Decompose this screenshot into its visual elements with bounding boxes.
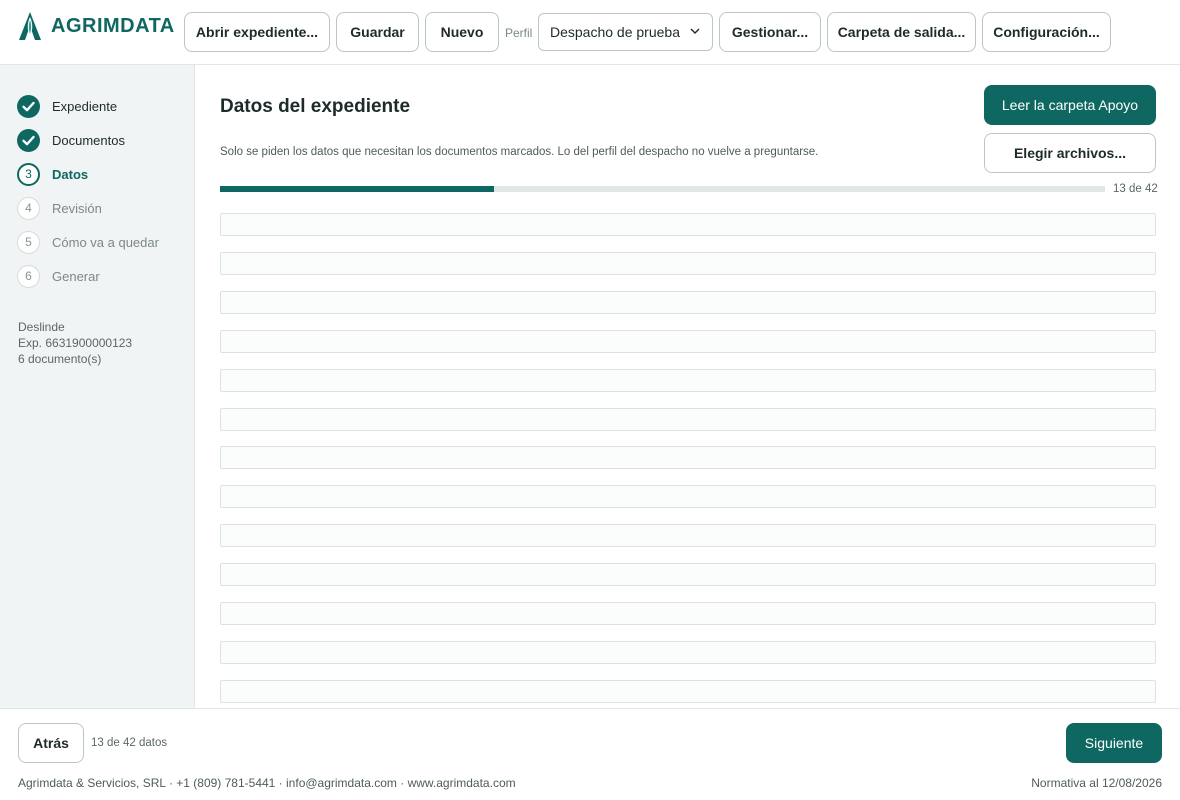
progress-bar <box>220 186 1105 192</box>
step-label: Documentos <box>52 132 125 148</box>
data-field-input[interactable] <box>220 524 1156 548</box>
data-field-input[interactable] <box>220 446 1156 470</box>
step-label: Revisión <box>52 200 102 216</box>
steps-sidebar: Expediente Documentos 3 Datos 4 Revisión… <box>0 65 195 708</box>
expediente-type: Deslinde <box>18 320 65 334</box>
expediente-summary: Deslinde Exp. 6631900000123 6 documento(… <box>18 319 132 367</box>
step-label: Datos <box>52 166 89 182</box>
top-toolbar: AGRIMDATA Abrir expediente... Guardar Nu… <box>0 0 1180 65</box>
agrimdata-logo-icon <box>19 12 41 40</box>
check-icon <box>17 128 40 152</box>
perfil-label: Perfil <box>505 26 533 40</box>
data-field-input[interactable] <box>220 640 1156 664</box>
data-field-input[interactable] <box>220 251 1156 275</box>
step-number: 6 <box>17 264 40 288</box>
output-folder-button[interactable]: Carpeta de salida... <box>827 12 976 52</box>
read-support-folder-button[interactable]: Leer la carpeta Apoyo <box>984 85 1156 125</box>
data-field-input[interactable] <box>220 213 1156 236</box>
step-expediente[interactable]: Expediente <box>17 94 117 118</box>
perfil-selected-value: Despacho de prueba <box>550 24 680 40</box>
brand-name: AGRIMDATA <box>51 14 175 37</box>
step-generar[interactable]: 6 Generar <box>17 264 100 288</box>
step-datos[interactable]: 3 Datos <box>17 162 88 186</box>
data-field-input[interactable] <box>220 290 1156 314</box>
data-field-input[interactable] <box>220 563 1156 587</box>
data-field-input[interactable] <box>220 329 1156 353</box>
choose-files-button[interactable]: Elegir archivos... <box>984 133 1156 173</box>
step-como-va-a-quedar[interactable]: 5 Cómo va a quedar <box>17 230 159 254</box>
new-button[interactable]: Nuevo <box>425 12 499 52</box>
progress-bar-fill <box>220 186 495 192</box>
normativa-date: Normativa al 12/08/2026 <box>1031 776 1162 790</box>
app-logo: AGRIMDATA <box>17 11 175 41</box>
page-title: Datos del expediente <box>220 96 411 117</box>
chevron-down-icon <box>690 28 700 34</box>
check-icon <box>17 94 40 118</box>
step-label: Cómo va a quedar <box>52 234 159 250</box>
data-field-input[interactable] <box>220 679 1156 703</box>
perfil-select[interactable]: Despacho de prueba <box>538 13 713 51</box>
step-documentos[interactable]: Documentos <box>17 128 125 152</box>
company-info: Agrimdata & Servicios, SRL · +1 (809) 78… <box>18 776 516 790</box>
step-number: 3 <box>17 162 40 186</box>
configuration-button[interactable]: Configuración... <box>982 12 1111 52</box>
expediente-doc-count: 6 documento(s) <box>18 352 102 366</box>
data-field-input[interactable] <box>220 407 1156 431</box>
data-field-input[interactable] <box>220 602 1156 625</box>
step-revision[interactable]: 4 Revisión <box>17 196 102 220</box>
step-label: Expediente <box>52 98 118 114</box>
page-subtitle: Solo se piden los datos que necesitan lo… <box>220 146 819 158</box>
step-label: Generar <box>52 268 100 284</box>
manage-button[interactable]: Gestionar... <box>719 12 821 52</box>
step-number: 4 <box>17 196 40 220</box>
back-button[interactable]: Atrás <box>18 723 84 763</box>
progress-text: 13 de 42 <box>1113 183 1158 195</box>
data-field-input[interactable] <box>220 485 1156 509</box>
data-count-text: 13 de 42 datos <box>91 737 168 749</box>
data-field-input[interactable] <box>220 368 1156 392</box>
next-button[interactable]: Siguiente <box>1066 723 1162 763</box>
step-number: 5 <box>17 230 40 254</box>
footer-bar: Atrás 13 de 42 datos Siguiente Agrimdata… <box>0 708 1180 800</box>
open-expediente-button[interactable]: Abrir expediente... <box>184 12 330 52</box>
save-button[interactable]: Guardar <box>336 12 419 52</box>
expediente-number: Exp. 6631900000123 <box>18 336 133 350</box>
